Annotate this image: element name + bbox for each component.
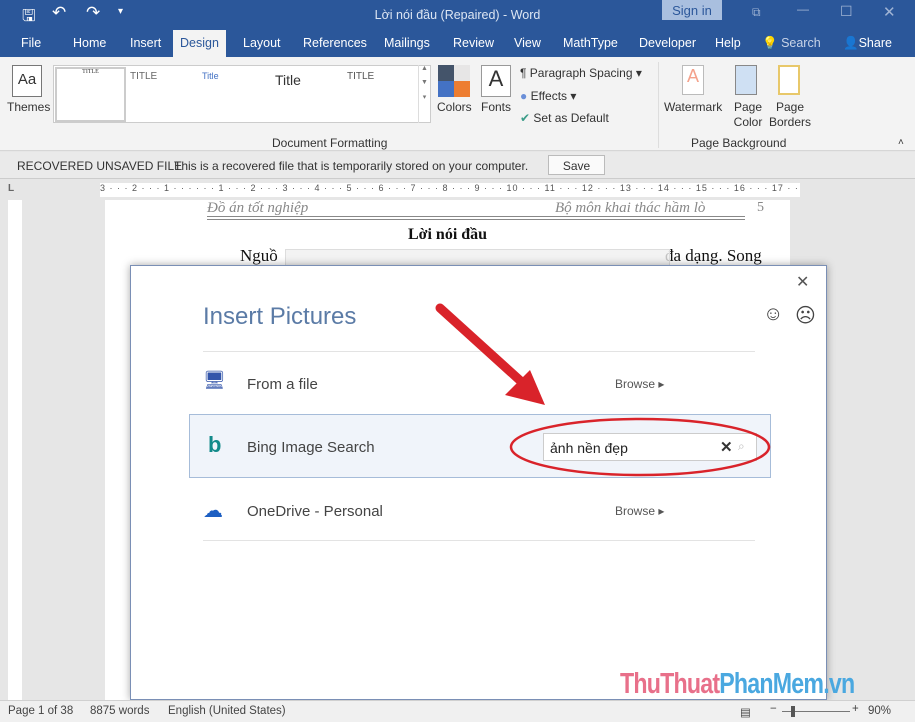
site-watermark-logo: ThuThuatPhanMem.vn [620,668,855,700]
annotation-ellipse [509,417,771,477]
status-bar: Page 1 of 38 8875 words English (United … [0,700,915,722]
zoom-in-button[interactable]: + [852,703,859,715]
language[interactable]: English (United States) [168,705,286,717]
zoom-level[interactable]: 90% [868,705,891,717]
zoom-out-button[interactable]: − [770,703,777,715]
annotation-overlay [435,303,771,477]
word-count[interactable]: 8875 words [90,705,149,717]
zoom-slider-thumb[interactable] [791,706,795,717]
page-count[interactable]: Page 1 of 38 [8,705,73,717]
annotation-arrow [435,303,530,390]
web-layout-icon[interactable]: ▤ [740,705,751,719]
